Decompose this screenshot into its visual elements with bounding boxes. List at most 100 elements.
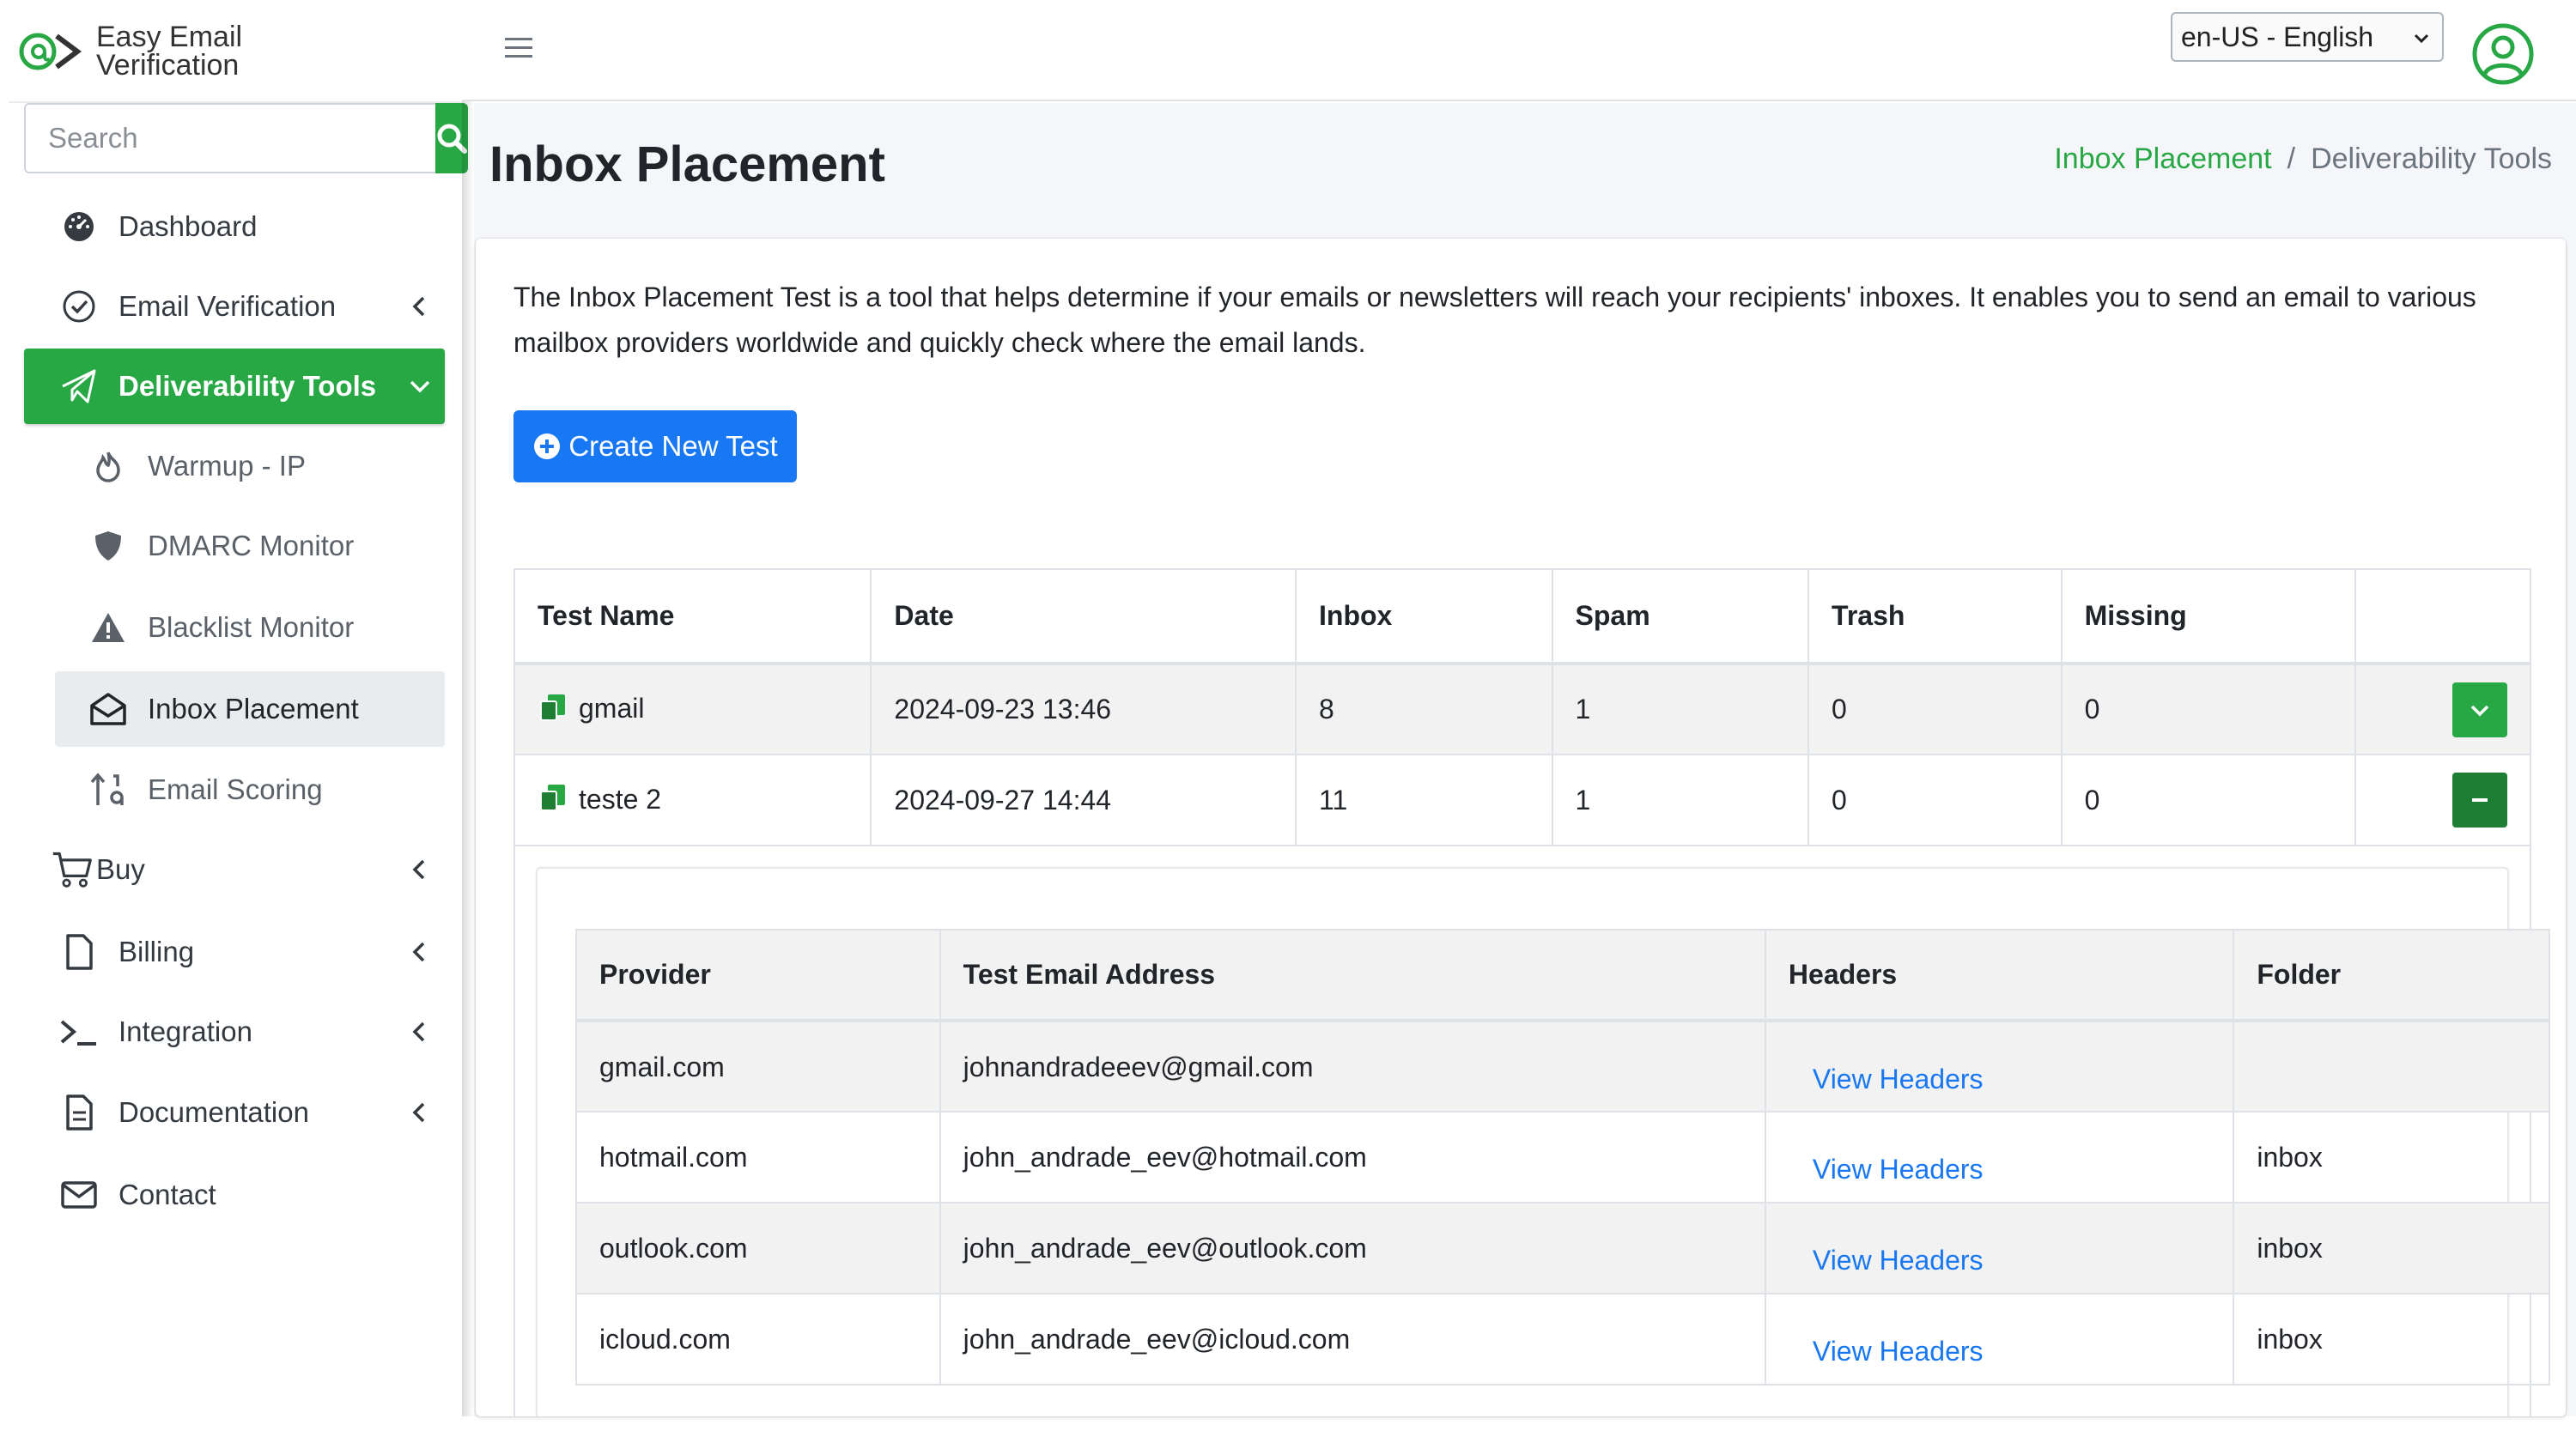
sidebar-item-label: Buy	[96, 853, 145, 885]
sidebar-item-label: DMARC Monitor	[148, 530, 355, 561]
sidebar-item-label: Contact	[118, 1179, 216, 1210]
column-header-provider: Provider	[575, 929, 941, 1022]
breadcrumb-separator: /	[2287, 142, 2296, 175]
plus-circle-icon	[534, 433, 561, 459]
test-trash-count: 0	[1807, 754, 2063, 846]
sidebar-item-buy[interactable]: Buy	[24, 832, 445, 907]
chevron-down-icon	[2470, 705, 2489, 716]
file-icon	[58, 931, 100, 973]
view-headers-link[interactable]: View Headers	[1813, 1245, 1984, 1276]
provider-email: john_andrade_eev@hotmail.com	[939, 1111, 1766, 1203]
table-row: icloud.com john_andrade_eev@icloud.com V…	[575, 1293, 2550, 1385]
create-new-test-button[interactable]: Create New Test	[513, 410, 797, 482]
provider-folder: inbox	[2233, 1293, 2550, 1385]
sidebar-item-label: Integration	[118, 1016, 252, 1047]
breadcrumb: Inbox Placement / Deliverability Tools	[2054, 142, 2552, 176]
sidebar-search	[24, 103, 468, 173]
user-account-icon[interactable]	[2471, 22, 2535, 86]
view-headers-link[interactable]: View Headers	[1813, 1064, 1984, 1095]
sidebar-item-label: Dashboard	[118, 210, 258, 242]
test-date: 2024-09-23 13:46	[870, 663, 1297, 755]
provider-name: gmail.com	[575, 1020, 941, 1113]
sidebar-subitem-warmup-ip[interactable]: Warmup - IP	[55, 428, 445, 504]
sidebar-shadow	[462, 0, 474, 1416]
sidebar-item-dashboard[interactable]: Dashboard	[24, 189, 445, 264]
brand-name-line1: Easy Email	[96, 21, 243, 53]
expand-row-button[interactable]	[2451, 682, 2507, 737]
row-actions	[2354, 663, 2532, 755]
create-new-test-label: Create New Test	[568, 430, 778, 462]
sidebar-item-documentation[interactable]: Documentation	[24, 1075, 445, 1150]
check-circle-icon	[58, 286, 100, 327]
headers-cell: View Headers	[1764, 1293, 2235, 1385]
copy-icon[interactable]	[538, 782, 568, 813]
envelope-open-icon	[88, 688, 129, 730]
view-headers-link[interactable]: View Headers	[1813, 1336, 1984, 1367]
column-header-trash: Trash	[1807, 568, 2063, 665]
tests-table-header: Test Name Date Inbox Spam Trash Missing	[513, 568, 2532, 665]
provider-email: johnandradeeev@gmail.com	[939, 1020, 1766, 1113]
sidebar-subitem-email-scoring[interactable]: Email Scoring	[55, 752, 445, 828]
breadcrumb-current: Deliverability Tools	[2311, 142, 2552, 175]
brand-logo-icon	[19, 33, 82, 70]
test-spam-count: 1	[1551, 663, 1810, 755]
shield-icon	[88, 525, 129, 567]
terminal-icon	[58, 1011, 100, 1052]
headers-cell: View Headers	[1764, 1202, 2235, 1294]
chevron-left-icon	[412, 1022, 425, 1042]
sidebar-item-contact[interactable]: Contact	[24, 1157, 445, 1233]
test-inbox-count: 11	[1295, 754, 1553, 846]
column-header-test-name: Test Name	[513, 568, 872, 665]
test-trash-count: 0	[1807, 663, 2063, 755]
expanded-detail-row: Provider Test Email Address Headers Fold…	[513, 845, 2550, 1416]
sidebar-item-label: Warmup - IP	[148, 450, 306, 482]
sidebar-subitem-blacklist-monitor[interactable]: Blacklist Monitor	[55, 590, 445, 665]
collapse-row-button[interactable]	[2451, 773, 2507, 828]
provider-folder: inbox	[2233, 1202, 2550, 1294]
sidebar-item-label: Billing	[118, 936, 195, 967]
expanded-detail-cell: Provider Test Email Address Headers Fold…	[513, 845, 2550, 1416]
breadcrumb-link[interactable]: Inbox Placement	[2054, 142, 2271, 176]
test-name-cell: gmail	[513, 663, 872, 755]
sidebar-item-label: Email Verification	[118, 290, 337, 322]
language-select[interactable]: en-US - English	[2171, 12, 2444, 62]
table-row: teste 2 2024-09-27 14:44 11 1 0 0	[513, 754, 2532, 846]
sidebar-item-deliverability-tools[interactable]: Deliverability Tools	[24, 349, 445, 424]
provider-folder: inbox	[2233, 1111, 2550, 1203]
paper-plane-icon	[58, 366, 100, 407]
test-name: gmail	[579, 693, 645, 724]
sidebar-item-integration[interactable]: Integration	[24, 994, 445, 1070]
chevron-left-icon	[412, 859, 425, 880]
brand-name: Easy Email Verification	[96, 21, 243, 80]
test-missing-count: 0	[2060, 754, 2356, 846]
document-icon	[58, 1092, 100, 1133]
test-date: 2024-09-27 14:44	[870, 754, 1297, 846]
page-title: Inbox Placement	[489, 136, 885, 192]
fire-icon	[88, 446, 129, 487]
column-header-actions	[2354, 568, 2532, 665]
providers-table: Provider Test Email Address Headers Fold…	[575, 929, 2550, 1385]
chevron-left-icon	[412, 942, 425, 962]
sidebar-item-email-verification[interactable]: Email Verification	[24, 269, 445, 344]
hamburger-menu-icon[interactable]	[503, 33, 534, 64]
providers-table-header: Provider Test Email Address Headers Fold…	[575, 929, 2550, 1022]
test-name-cell: teste 2	[513, 754, 872, 846]
test-missing-count: 0	[2060, 663, 2356, 755]
view-headers-link[interactable]: View Headers	[1813, 1154, 1984, 1185]
envelope-icon	[58, 1174, 100, 1216]
provider-folder	[2233, 1020, 2550, 1113]
search-input[interactable]	[24, 103, 435, 173]
copy-icon[interactable]	[538, 692, 568, 723]
sidebar-item-label: Deliverability Tools	[118, 370, 377, 402]
provider-name: hotmail.com	[575, 1111, 941, 1203]
table-row: outlook.com john_andrade_eev@outlook.com…	[575, 1202, 2550, 1294]
warning-icon	[88, 607, 129, 648]
test-inbox-count: 8	[1295, 663, 1553, 755]
brand[interactable]: Easy Email Verification	[17, 15, 455, 88]
sidebar-subitem-dmarc-monitor[interactable]: DMARC Monitor	[55, 508, 445, 584]
sidebar-subitem-inbox-placement[interactable]: Inbox Placement	[55, 671, 445, 747]
minus-icon	[2471, 798, 2488, 802]
chevron-down-icon	[410, 380, 430, 393]
sidebar-item-billing[interactable]: Billing	[24, 914, 445, 990]
column-header-folder: Folder	[2233, 929, 2550, 1022]
